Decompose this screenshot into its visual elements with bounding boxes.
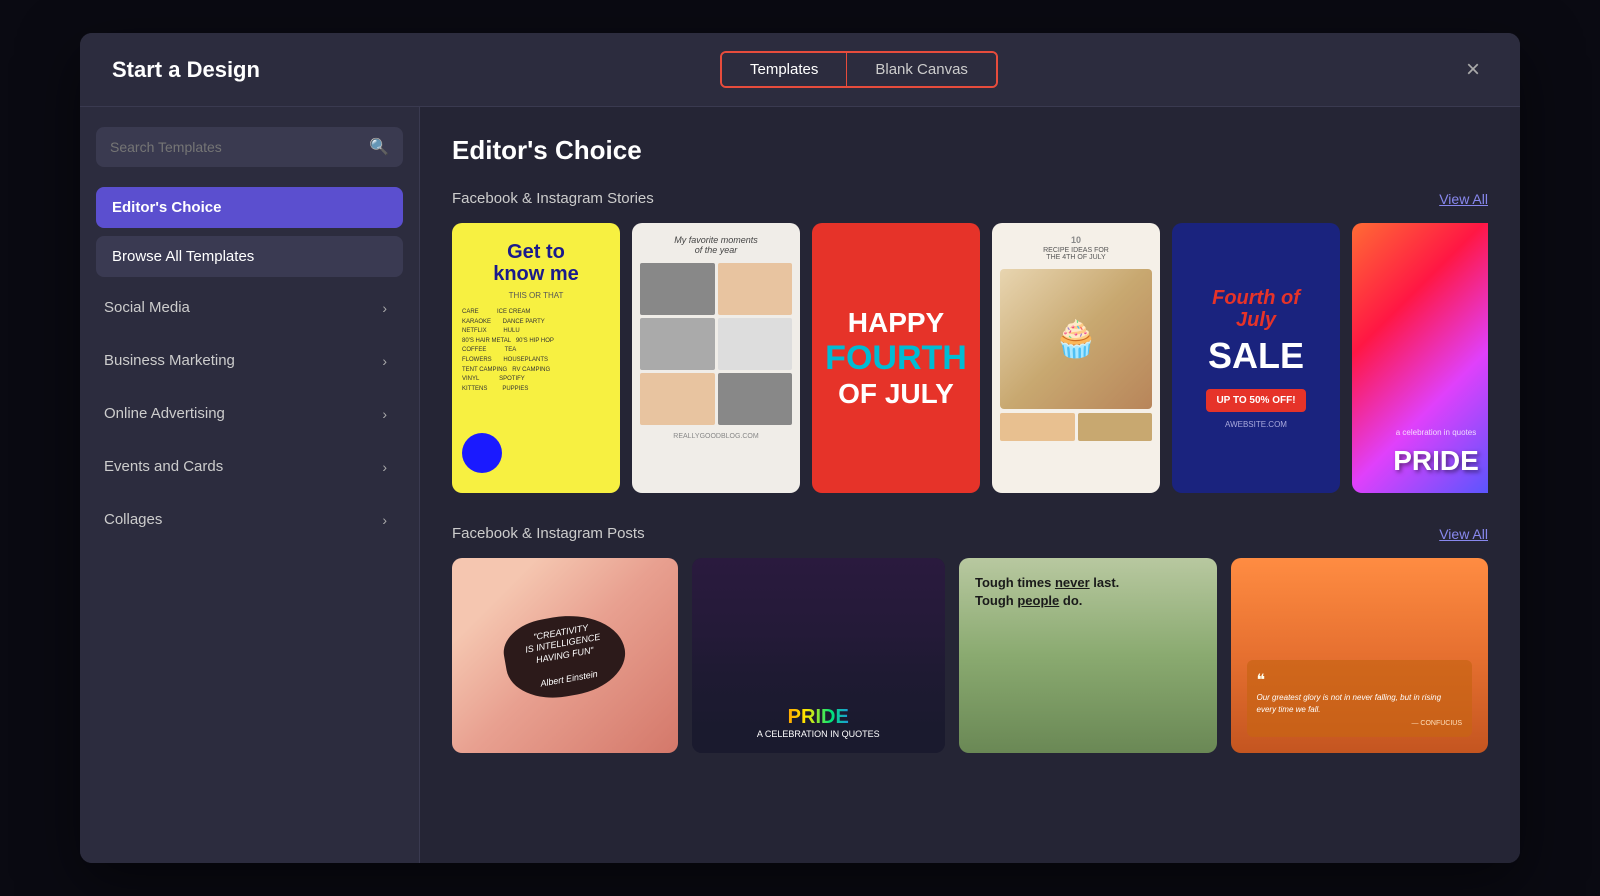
photo-cell-6 (718, 373, 793, 425)
search-box[interactable]: 🔍 (96, 127, 403, 167)
photo-cell-5 (640, 373, 715, 425)
photo-cell-4 (718, 318, 793, 370)
template-card-recipe[interactable]: 10 RECIPE IDEAS FORTHE 4TH OF JULY 🧁 (992, 223, 1160, 493)
quote-mark-top: ❝ (1257, 670, 1463, 690)
chevron-down-icon: › (382, 300, 387, 316)
template-card-tough-times[interactable]: Tough times never last. Tough people do. (959, 558, 1217, 753)
stories-section-header: Facebook & Instagram Stories View All (452, 190, 1488, 207)
stories-view-all[interactable]: View All (1439, 191, 1488, 207)
template-card-pride-post[interactable]: PRIDE A CELEBRATION IN QUOTES (692, 558, 946, 753)
photo-cell-3 (640, 318, 715, 370)
chevron-down-icon: › (382, 459, 387, 475)
card-list: CARE ICE CREAM KARAOKE DANCE PARTY NETFL… (462, 308, 610, 394)
main-heading: Editor's Choice (452, 135, 1488, 166)
sidebar-item-collages[interactable]: Collages › (96, 497, 403, 542)
creativity-blob: "CREATIVITYIS INTELLIGENCEHAVING FUN"Alb… (499, 606, 631, 706)
main-content: Editor's Choice Facebook & Instagram Sto… (420, 107, 1520, 863)
chevron-down-icon: › (382, 353, 387, 369)
tough-times-text: Tough times never last. Tough people do. (975, 574, 1119, 610)
card-fourth: FOURTH (825, 339, 967, 378)
modal-body: 🔍 Editor's Choice Browse All Templates S… (80, 107, 1520, 863)
stories-section-title: Facebook & Instagram Stories (452, 190, 654, 207)
sidebar-item-business-marketing[interactable]: Business Marketing › (96, 338, 403, 383)
template-card-photo-grid[interactable]: My favorite momentsof the year REALLYGOO… (632, 223, 800, 493)
design-modal: Start a Design Templates Blank Canvas × … (80, 33, 1520, 863)
template-card-creativity[interactable]: "CREATIVITYIS INTELLIGENCEHAVING FUN"Alb… (452, 558, 678, 753)
posts-section-header: Facebook & Instagram Posts View All (452, 525, 1488, 542)
chevron-down-icon: › (382, 406, 387, 422)
creativity-quote: "CREATIVITYIS INTELLIGENCEHAVING FUN"Alb… (522, 620, 607, 691)
close-button[interactable]: × (1458, 52, 1488, 88)
card-pride-subtitle: a celebration in quotes (1396, 428, 1477, 437)
posts-grid: "CREATIVITYIS INTELLIGENCEHAVING FUN"Alb… (452, 558, 1488, 753)
stories-grid: Get toknow me THIS OR THAT CARE ICE CREA… (452, 223, 1488, 493)
photo-cell-1 (640, 263, 715, 315)
recipe-cell-1 (1000, 413, 1075, 441)
sidebar-item-social-media[interactable]: Social Media › (96, 285, 403, 330)
tab-blank-canvas[interactable]: Blank Canvas (847, 53, 996, 86)
cupcake-icon: 🧁 (1054, 318, 1099, 360)
card-of-july: OF JULY (838, 378, 954, 410)
modal-header: Start a Design Templates Blank Canvas × (80, 33, 1520, 107)
decorative-circle-blue (462, 433, 502, 473)
card-happy: HAPPY (848, 307, 944, 339)
card-recipe-image: 🧁 (1000, 269, 1152, 409)
template-card-fourth-sale[interactable]: Fourth ofJuly SALE UP TO 50% OFF! AWEBSI… (1172, 223, 1340, 493)
card-photo-grid-title: My favorite momentsof the year (674, 235, 758, 255)
photo-grid (640, 263, 792, 425)
card-subtitle: THIS OR THAT (509, 291, 564, 300)
posts-view-all[interactable]: View All (1439, 526, 1488, 542)
card-sale-discount: UP TO 50% OFF! (1206, 389, 1305, 412)
card-website: REALLYGOODBLOG.COM (673, 433, 758, 440)
template-card-get-to-know[interactable]: Get toknow me THIS OR THAT CARE ICE CREA… (452, 223, 620, 493)
template-card-confucius[interactable]: ❝ Our greatest glory is not in never fal… (1231, 558, 1489, 753)
card-sale-website: AWEBSITE.COM (1225, 420, 1287, 429)
sidebar-item-events-and-cards[interactable]: Events and Cards › (96, 444, 403, 489)
sidebar-item-browse-all[interactable]: Browse All Templates (96, 236, 403, 277)
modal-overlay: Start a Design Templates Blank Canvas × … (0, 0, 1600, 896)
template-card-pride[interactable]: a celebration in quotes PRIDE (1352, 223, 1488, 493)
pride-post-subtext: A CELEBRATION IN QUOTES (757, 729, 880, 739)
card-pride-text: PRIDE (1393, 445, 1479, 477)
tab-group: Templates Blank Canvas (720, 51, 998, 88)
chevron-down-icon: › (382, 512, 387, 528)
modal-title: Start a Design (112, 57, 260, 83)
card-sale-heading: Fourth ofJuly (1212, 287, 1300, 331)
card-recipe-title: RECIPE IDEAS FORTHE 4TH OF JULY (1043, 247, 1109, 261)
card-sale-text: SALE (1208, 335, 1304, 377)
template-card-fourth-july[interactable]: HAPPY FOURTH OF JULY (812, 223, 980, 493)
posts-section-title: Facebook & Instagram Posts (452, 525, 645, 542)
card-recipe-number: 10 (1071, 235, 1081, 245)
card-recipe-grid (1000, 413, 1152, 441)
tab-templates[interactable]: Templates (722, 53, 846, 86)
recipe-cell-2 (1078, 413, 1153, 441)
confucius-quote-box: ❝ Our greatest glory is not in never fal… (1247, 660, 1473, 737)
search-icon: 🔍 (369, 137, 389, 157)
confucius-author: — CONFUCIUS (1257, 720, 1463, 727)
sidebar-item-online-advertising[interactable]: Online Advertising › (96, 391, 403, 436)
pride-post-label: PRIDE (757, 706, 880, 729)
sidebar: 🔍 Editor's Choice Browse All Templates S… (80, 107, 420, 863)
confucius-quote-text: Our greatest glory is not in never falli… (1257, 692, 1463, 716)
search-input[interactable] (110, 139, 359, 155)
pride-post-text: PRIDE A CELEBRATION IN QUOTES (757, 706, 880, 739)
photo-cell-2 (718, 263, 793, 315)
card-title: Get toknow me (493, 241, 579, 285)
sidebar-item-editors-choice[interactable]: Editor's Choice (96, 187, 403, 228)
